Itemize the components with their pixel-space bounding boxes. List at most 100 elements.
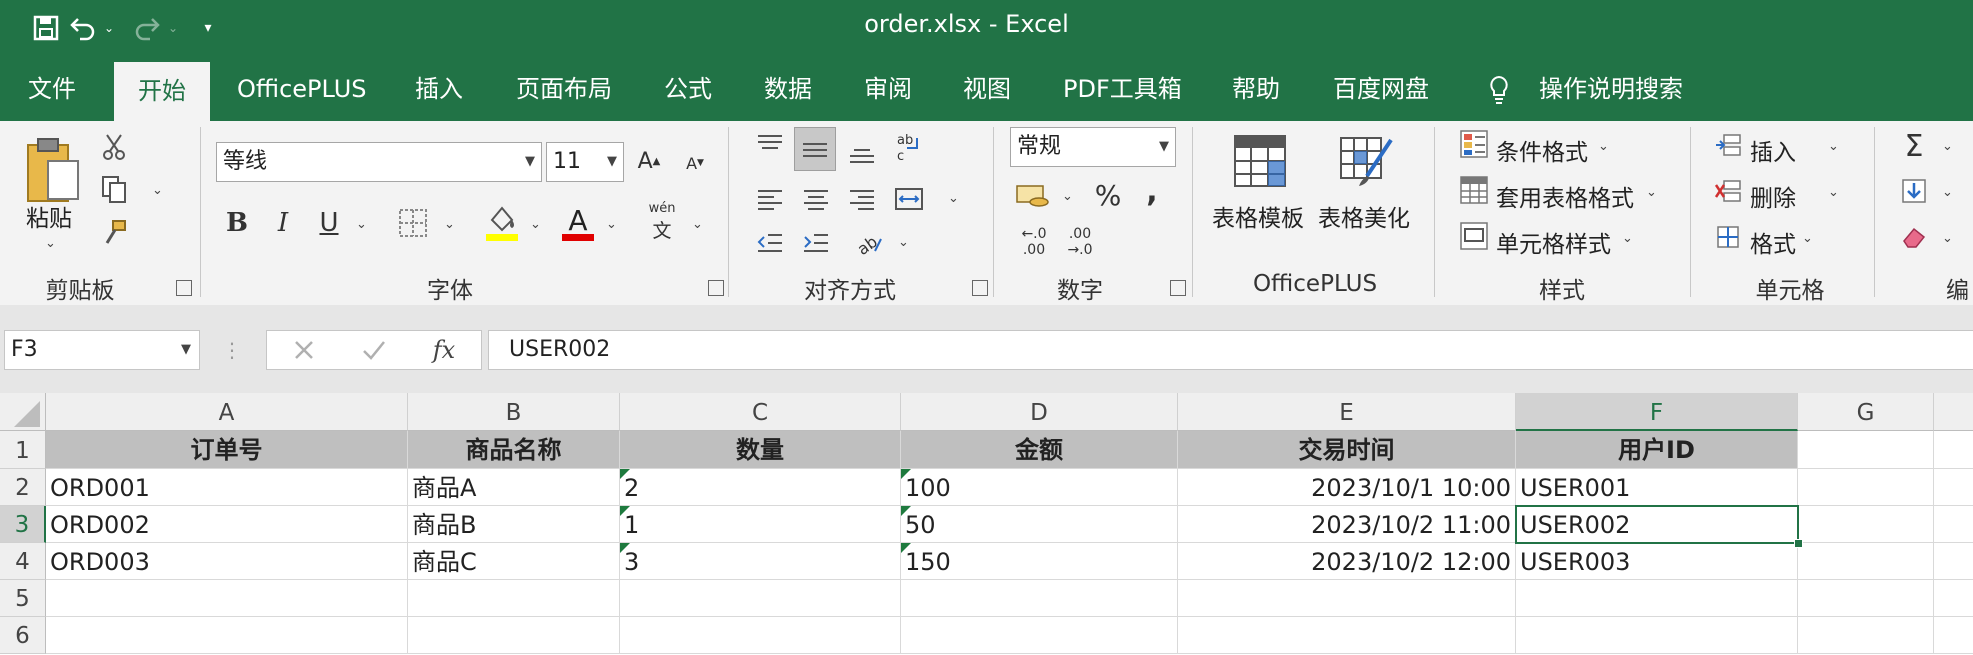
column-header-h[interactable] [1934, 393, 1973, 431]
row-header-4[interactable]: 4 [0, 543, 46, 580]
table-template-icon[interactable] [1228, 131, 1292, 191]
name-box[interactable]: F3 ▼ [4, 330, 200, 370]
cell-g5[interactable] [1798, 580, 1934, 617]
format-as-table-dropdown-icon[interactable]: ⌄ [1646, 185, 1657, 200]
cell-styles-label[interactable]: 单元格样式 [1496, 225, 1611, 259]
table-beautify-icon[interactable] [1334, 131, 1398, 191]
number-format-combo[interactable]: 常规 ▼ [1010, 127, 1176, 167]
cell-d4[interactable]: 150 [901, 543, 1178, 580]
cell-d5[interactable] [901, 580, 1178, 617]
column-header-g[interactable]: G [1798, 393, 1934, 431]
orientation-icon[interactable]: ab [852, 225, 888, 261]
cell-e3[interactable]: 2023/10/2 11:00 [1178, 506, 1516, 543]
fill-handle[interactable] [1794, 539, 1803, 548]
cell-c3[interactable]: 1 [620, 506, 901, 543]
cell-f4[interactable]: USER003 [1516, 543, 1798, 580]
increase-indent-icon[interactable] [798, 225, 834, 261]
font-size-combo[interactable]: 11 ▼ [546, 142, 624, 182]
increase-font-size-icon[interactable]: A ▲ [632, 143, 666, 179]
cell-h5[interactable] [1934, 580, 1973, 617]
tab-formulas[interactable]: 公式 [664, 56, 712, 121]
tab-file[interactable]: 文件 [28, 56, 76, 121]
cell-e5[interactable] [1178, 580, 1516, 617]
tab-help[interactable]: 帮助 [1232, 56, 1280, 121]
column-header-f[interactable]: F [1516, 393, 1798, 431]
insert-cells-dropdown-icon[interactable]: ⌄ [1828, 139, 1839, 154]
cell-d1[interactable]: 金额 [901, 431, 1178, 469]
italic-icon[interactable]: I [266, 203, 300, 243]
borders-dropdown-icon[interactable]: ⌄ [444, 217, 455, 232]
decrease-font-size-icon[interactable]: A ▼ [680, 147, 710, 179]
borders-icon[interactable] [394, 205, 432, 241]
delete-cells-icon[interactable] [1712, 175, 1744, 207]
cell-g3[interactable] [1798, 506, 1934, 543]
row-header-3[interactable]: 3 [0, 506, 46, 543]
cell-b4[interactable]: 商品C [408, 543, 620, 580]
cell-b2[interactable]: 商品A [408, 469, 620, 506]
cut-icon[interactable] [98, 131, 130, 163]
cell-a1[interactable]: 订单号 [46, 431, 408, 469]
cell-d3[interactable]: 50 [901, 506, 1178, 543]
tab-baidu-netdisk[interactable]: 百度网盘 [1333, 56, 1429, 121]
cell-f5[interactable] [1516, 580, 1798, 617]
number-launcher-icon[interactable] [1170, 280, 1186, 296]
conditional-dropdown-icon[interactable]: ⌄ [1598, 139, 1609, 154]
cell-c5[interactable] [620, 580, 901, 617]
format-cells-label[interactable]: 格式 [1750, 225, 1796, 259]
cell-h1[interactable] [1934, 431, 1973, 469]
font-color-dropdown-icon[interactable]: ⌄ [606, 217, 617, 232]
enter-icon[interactable] [357, 333, 391, 367]
cell-f1[interactable]: 用户ID [1516, 431, 1798, 469]
column-header-c[interactable]: C [620, 393, 901, 431]
increase-decimal-icon[interactable]: ←.0 .00 [1012, 221, 1056, 263]
row-header-5[interactable]: 5 [0, 580, 46, 617]
alignment-launcher-icon[interactable] [972, 280, 988, 296]
autosum-dropdown-icon[interactable]: ⌄ [1942, 139, 1953, 154]
column-header-e[interactable]: E [1178, 393, 1516, 431]
cell-h3[interactable] [1934, 506, 1973, 543]
cell-c1[interactable]: 数量 [620, 431, 901, 469]
tab-officeplus[interactable]: OfficePLUS [237, 56, 367, 121]
delete-cells-label[interactable]: 删除 [1750, 179, 1796, 213]
cancel-icon[interactable] [287, 333, 321, 367]
cell-d2[interactable]: 100 [901, 469, 1178, 506]
cell-b3[interactable]: 商品B [408, 506, 620, 543]
underline-icon[interactable]: U [312, 203, 346, 243]
cell-h4[interactable] [1934, 543, 1973, 580]
cell-styles-dropdown-icon[interactable]: ⌄ [1622, 231, 1633, 246]
accounting-dropdown-icon[interactable]: ⌄ [1062, 189, 1073, 204]
tab-home[interactable]: 开始 [114, 62, 210, 121]
cell-g4[interactable] [1798, 543, 1934, 580]
format-as-table-label[interactable]: 套用表格格式 [1496, 179, 1634, 213]
copy-icon[interactable] [98, 173, 130, 205]
delete-cells-dropdown-icon[interactable]: ⌄ [1828, 185, 1839, 200]
insert-function-icon[interactable]: fx [427, 333, 461, 367]
cell-a5[interactable] [46, 580, 408, 617]
cell-a2[interactable]: ORD001 [46, 469, 408, 506]
bold-icon[interactable]: B [220, 203, 254, 243]
cell-c2[interactable]: 2 [620, 469, 901, 506]
fill-color-dropdown-icon[interactable]: ⌄ [530, 217, 541, 232]
format-cells-icon[interactable] [1712, 221, 1744, 253]
clear-icon[interactable] [1898, 221, 1930, 253]
tell-me-icon[interactable] [1488, 56, 1510, 121]
fill-icon[interactable] [1898, 175, 1930, 207]
align-left-icon[interactable] [752, 181, 788, 217]
row-header-2[interactable]: 2 [0, 469, 46, 506]
align-right-icon[interactable] [844, 181, 880, 217]
tab-pdf-tools[interactable]: PDF工具箱 [1063, 56, 1182, 121]
comma-style-icon[interactable]: , [1140, 173, 1164, 209]
insert-cells-label[interactable]: 插入 [1750, 133, 1796, 167]
table-beautify-label[interactable]: 表格美化 [1318, 199, 1410, 233]
column-header-b[interactable]: B [408, 393, 620, 431]
cell-a4[interactable]: ORD003 [46, 543, 408, 580]
conditional-formatting-icon[interactable] [1458, 127, 1490, 161]
tab-insert[interactable]: 插入 [415, 56, 463, 121]
top-align-icon[interactable] [752, 127, 788, 163]
phonetic-guide-icon[interactable]: wén 文 [644, 199, 680, 245]
wrap-text-icon[interactable]: ab c [890, 127, 926, 167]
cell-e4[interactable]: 2023/10/2 12:00 [1178, 543, 1516, 580]
cell-f2[interactable]: USER001 [1516, 469, 1798, 506]
fill-dropdown-icon[interactable]: ⌄ [1942, 185, 1953, 200]
underline-dropdown-icon[interactable]: ⌄ [356, 217, 367, 232]
